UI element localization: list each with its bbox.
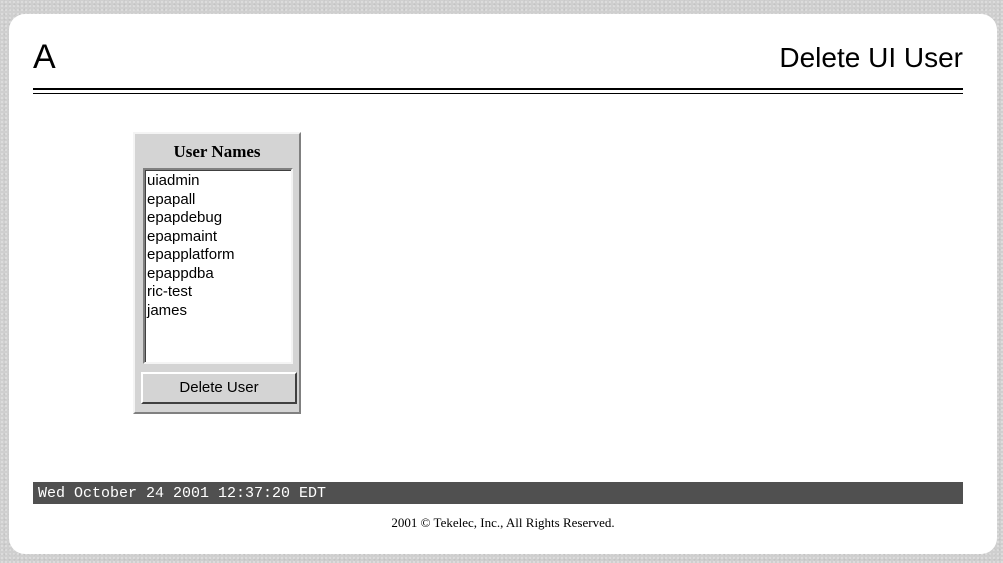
main-panel: A Delete UI User User Names uiadmin epap… [9, 14, 997, 554]
status-datetime: Wed October 24 2001 12:37:20 EDT [38, 485, 327, 502]
status-bar: Wed October 24 2001 12:37:20 EDT [33, 482, 963, 504]
header-divider [33, 88, 963, 90]
page-title: Delete UI User [779, 42, 963, 73]
header-divider-thin [33, 93, 963, 94]
user-names-heading: User Names [173, 142, 261, 161]
copyright-notice: 2001 © Tekelec, Inc., All Rights Reserve… [391, 515, 615, 530]
header-logo-letter: A [33, 38, 56, 76]
user-names-listbox[interactable]: uiadmin epapall epapdebug epapmaint epap… [143, 168, 293, 364]
listbox-inner-border [145, 170, 291, 362]
user-names-panel: User Names uiadmin epapall epapdebug epa… [133, 132, 301, 414]
delete-user-button[interactable]: Delete User [141, 372, 297, 404]
